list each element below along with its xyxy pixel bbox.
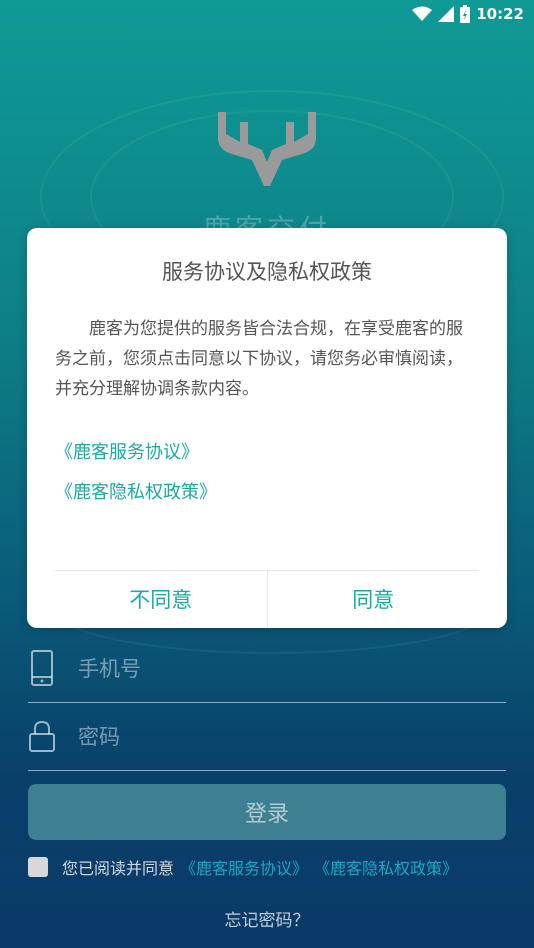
dialog-privacy-policy-link[interactable]: 《鹿客隐私权政策》 [55,478,217,504]
dialog-service-agreement-link[interactable]: 《鹿客服务协议》 [55,438,199,464]
dialog-body: 鹿客为您提供的服务皆合法合规，在享受鹿客的服务之前，您须点击同意以下协议，请您务… [55,319,463,399]
dialog-title: 服务协议及隐私权政策 [162,260,372,284]
disagree-button[interactable]: 不同意 [55,571,268,627]
dialog-actions: 不同意 同意 [55,571,479,627]
agree-button[interactable]: 同意 [268,571,480,627]
privacy-dialog: 服务协议及隐私权政策 鹿客为您提供的服务皆合法合规，在享受鹿客的服务之前，您须点… [27,228,507,628]
